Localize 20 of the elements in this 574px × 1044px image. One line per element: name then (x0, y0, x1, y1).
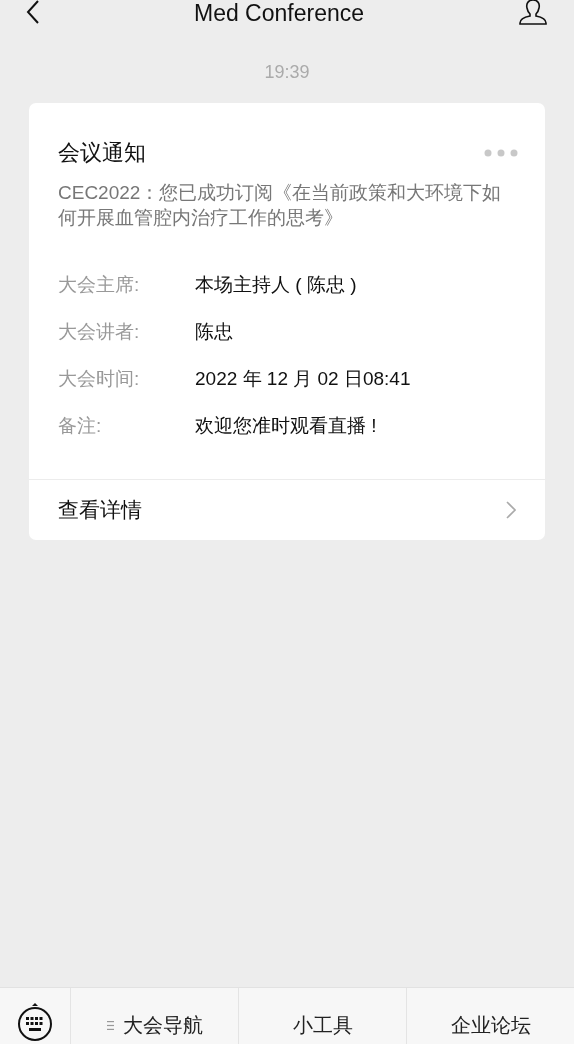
person-icon[interactable] (518, 0, 548, 26)
menu-tab[interactable]: 企业论坛 (407, 988, 574, 1044)
back-icon[interactable] (26, 0, 40, 24)
chevron-icon (506, 501, 516, 519)
timestamp: 19:39 (263, 62, 311, 83)
details-link[interactable]: 查看详情 (29, 479, 545, 540)
card-summary: CEC2022：您已成功订阅《在当前政策和大环境下如何开展血管腔内治疗工作的思考》 (57, 181, 503, 230)
keyboard-icon[interactable] (17, 1002, 53, 1042)
field-value: 本场主持人 ( 陈忠 ) (195, 273, 357, 297)
field-value: 2022 年 12 月 02 日08:41 (195, 367, 411, 391)
menu-tab[interactable]: 大会导航 (71, 988, 239, 1044)
field-label: 备注: (58, 414, 103, 438)
field-label: 大会时间: (58, 367, 141, 391)
field-label: 大会主席: (58, 273, 141, 297)
card-title: 会议通知 (58, 139, 146, 167)
window-title: Med Conference (193, 0, 364, 27)
field-label: 大会讲者: (58, 320, 141, 344)
field-value: 欢迎您准时观看直播 ! (195, 414, 377, 438)
field-value: 陈忠 (195, 320, 233, 344)
menu-tab[interactable]: 小工具 (239, 988, 407, 1044)
